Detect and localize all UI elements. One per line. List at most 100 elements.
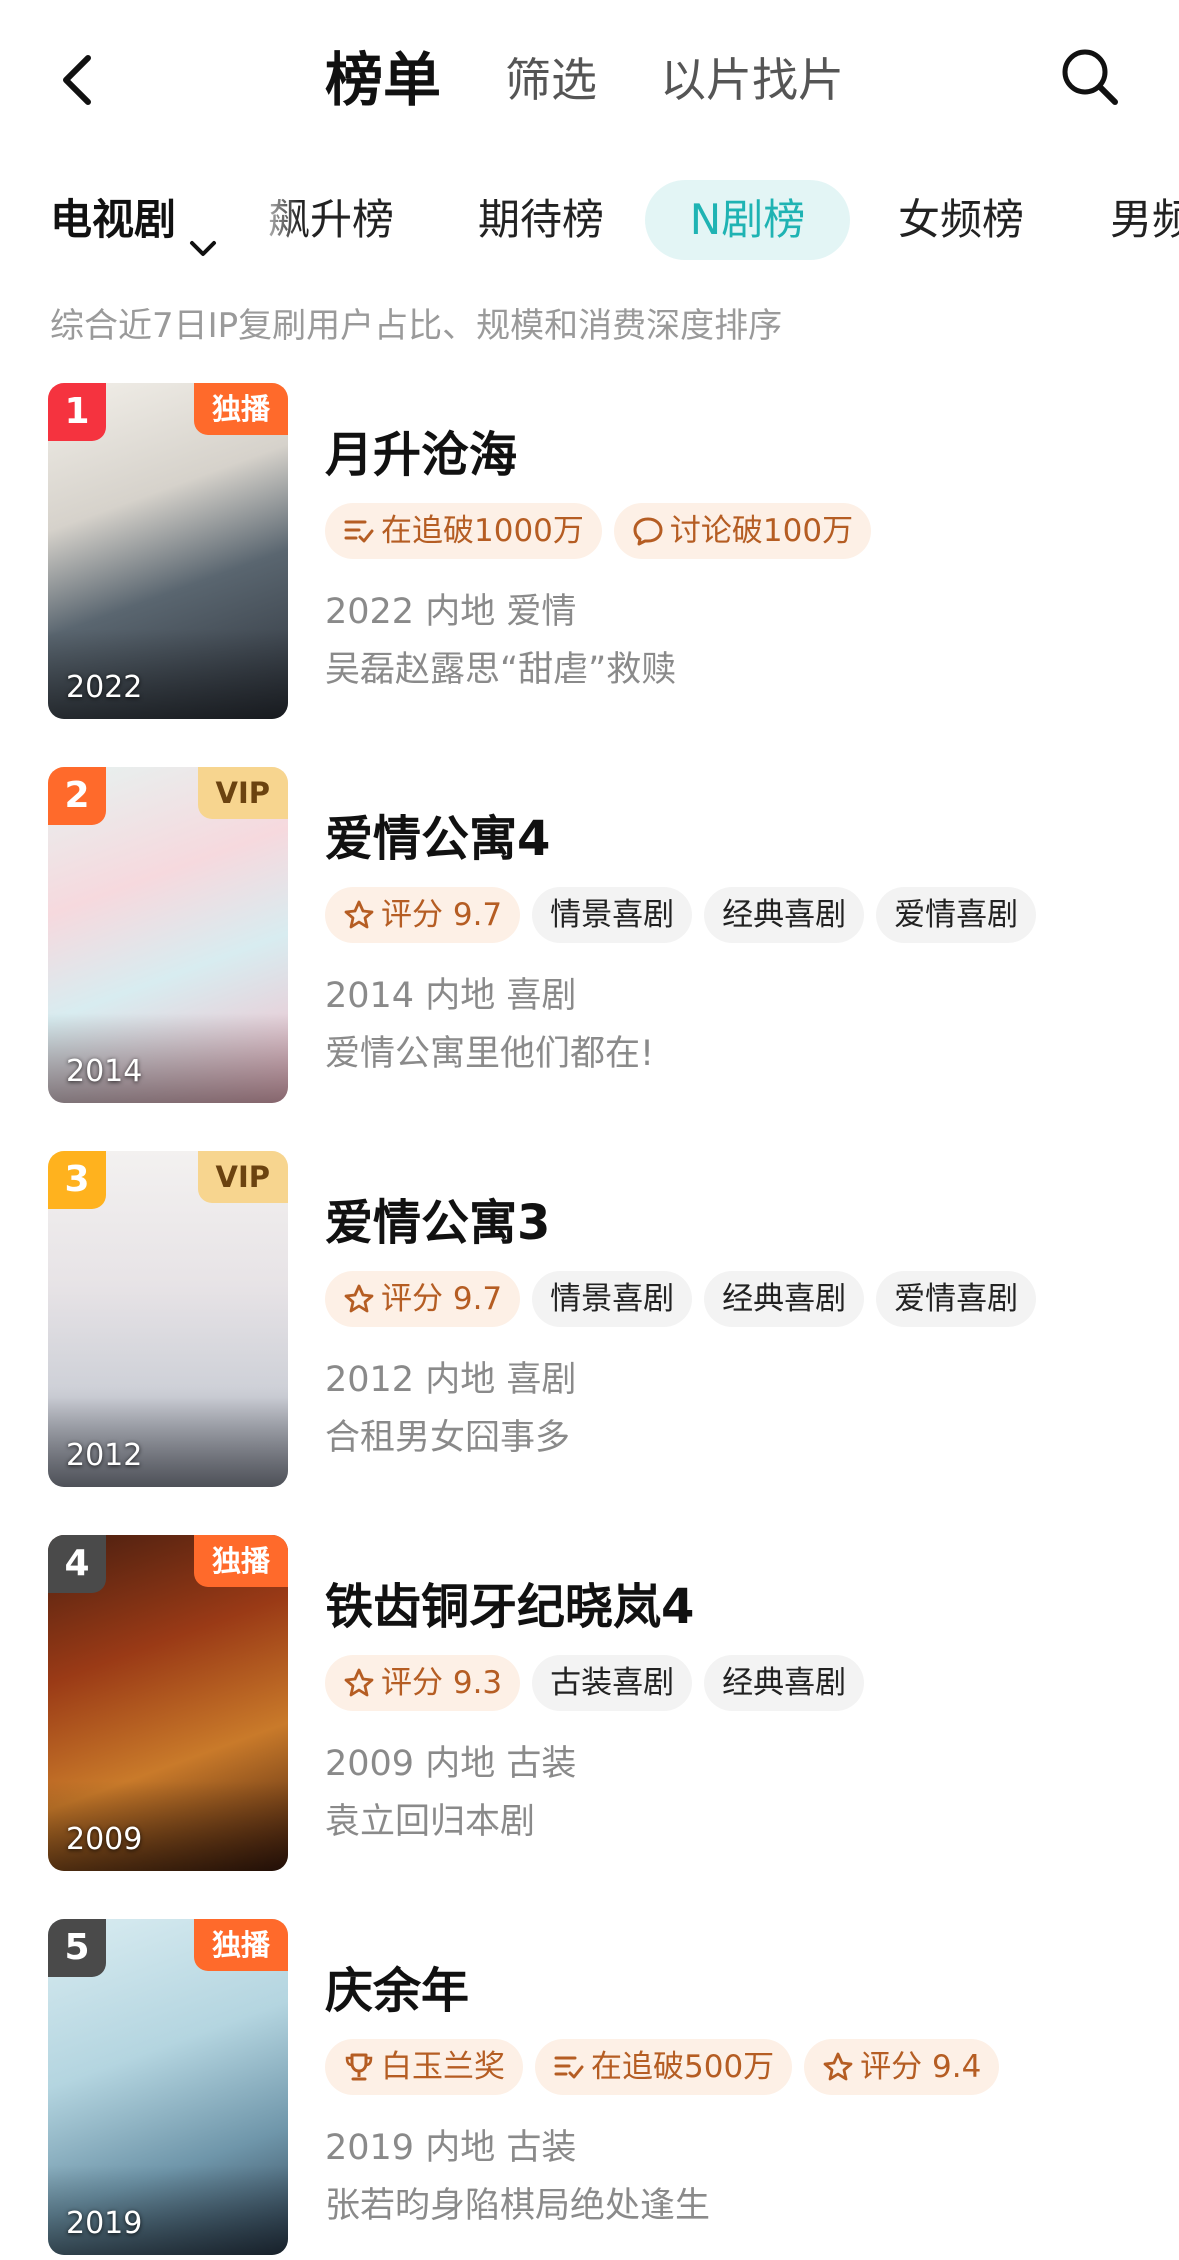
- show-description: 合租男女囧事多: [325, 1418, 571, 1458]
- tag-label: 爱情喜剧: [894, 1281, 1019, 1317]
- back-icon[interactable]: [50, 50, 110, 110]
- star-icon: [343, 1277, 375, 1313]
- tag: 古装喜剧: [532, 1655, 693, 1711]
- tab-rewatch[interactable]: N剧榜: [645, 180, 850, 260]
- tag-label: 评分 9.3: [381, 1665, 503, 1701]
- poster-year: 2019: [66, 2206, 143, 2241]
- show-description: 吴磊赵露思“甜虐”救赎: [325, 650, 677, 690]
- ranking-description: 综合近7日IP复刷用户占比、规模和消费深度排序: [50, 306, 783, 346]
- poster-image[interactable]: 5 独播 2019: [48, 1919, 288, 2255]
- tag: 爱情喜剧: [876, 887, 1037, 943]
- tag: 经典喜剧: [704, 1655, 865, 1711]
- poster-year: 2022: [66, 670, 143, 705]
- access-badge: VIP: [197, 1151, 288, 1203]
- star-icon: [343, 893, 375, 929]
- poster-image[interactable]: 2 VIP 2014: [48, 767, 288, 1103]
- tab-female-audience[interactable]: 女频榜: [898, 180, 1024, 260]
- tab-ranking[interactable]: 榜单: [325, 40, 441, 120]
- show-title[interactable]: 铁齿铜牙纪晓岚4: [325, 1567, 694, 1637]
- tag-row: 评分 9.7 情景喜剧 经典喜剧 爱情喜剧: [325, 887, 1048, 943]
- poster-image[interactable]: 4 独播 2009: [48, 1535, 288, 1871]
- tab-anticipated[interactable]: 期待榜: [478, 180, 604, 260]
- tag-label: 经典喜剧: [722, 1281, 847, 1317]
- top-bar: 榜单 筛选 以片找片: [0, 0, 1179, 160]
- search-icon[interactable]: [1055, 42, 1125, 112]
- show-description: 爱情公寓里他们都在!: [325, 1034, 655, 1074]
- follow-list-icon: [343, 509, 375, 543]
- rank-badge: 5: [48, 1919, 106, 1977]
- tag: 情景喜剧: [532, 1271, 693, 1327]
- tag: 评分 9.3: [325, 1655, 521, 1711]
- comment-icon: [632, 509, 664, 546]
- star-icon: [343, 1661, 375, 1697]
- rank-badge: 4: [48, 1535, 106, 1593]
- tag-row: 在追破1000万 讨论破100万: [325, 503, 883, 559]
- tag-label: 在追破500万: [591, 2049, 775, 2085]
- tag: 白玉兰奖: [325, 2039, 523, 2095]
- tag-row: 评分 9.3 古装喜剧 经典喜剧: [325, 1655, 876, 1711]
- follow-list-icon: [553, 2045, 585, 2079]
- tag: 评分 9.7: [325, 887, 521, 943]
- tag-row: 评分 9.7 情景喜剧 经典喜剧 爱情喜剧: [325, 1271, 1048, 1327]
- poster-image[interactable]: 3 VIP 2012: [48, 1151, 288, 1487]
- poster-image[interactable]: 1 独播 2022: [48, 383, 288, 719]
- list-item[interactable]: 4 独播 2009 铁齿铜牙纪晓岚4 评分 9.3 古装喜剧 经典喜剧 2009 内…: [0, 1535, 1179, 1875]
- category-dropdown[interactable]: 电视剧: [50, 175, 220, 265]
- tag-label: 评分 9.7: [381, 1281, 503, 1317]
- scroll-fade: [250, 175, 300, 265]
- show-meta: 2009 内地 古装: [325, 1744, 577, 1784]
- tag: 爱情喜剧: [876, 1271, 1037, 1327]
- access-badge: VIP: [197, 767, 288, 819]
- access-badge: 独播: [193, 383, 288, 435]
- rank-badge: 2: [48, 767, 106, 825]
- show-meta: 2012 内地 喜剧: [325, 1360, 577, 1400]
- access-badge: 独播: [193, 1919, 288, 1971]
- rank-badge: 3: [48, 1151, 106, 1209]
- tag: 评分 9.4: [804, 2039, 1000, 2095]
- tag-label: 爱情喜剧: [894, 897, 1019, 933]
- tag: 在追破1000万: [325, 503, 602, 559]
- tag-label: 评分 9.7: [381, 897, 503, 933]
- tag: 经典喜剧: [704, 1271, 865, 1327]
- tag-label: 情景喜剧: [550, 1281, 675, 1317]
- tag: 情景喜剧: [532, 887, 693, 943]
- poster-year: 2014: [66, 1054, 143, 1089]
- tag-label: 评分 9.4: [860, 2049, 982, 2085]
- show-title[interactable]: 月升沧海: [325, 415, 517, 485]
- category-tabs: 电视剧 飙升榜 期待榜 N剧榜 女频榜 男频: [0, 175, 1179, 265]
- tag-label: 白玉兰奖: [381, 2049, 505, 2085]
- show-description: 袁立回归本剧: [325, 1802, 536, 1842]
- tag-label: 情景喜剧: [550, 897, 675, 933]
- tab-male-audience[interactable]: 男频: [1110, 180, 1179, 260]
- show-description: 张若昀身陷棋局绝处逢生: [325, 2186, 711, 2226]
- star-icon: [822, 2045, 854, 2081]
- show-meta: 2014 内地 喜剧: [325, 976, 577, 1016]
- chevron-down-icon: [186, 206, 220, 256]
- tag: 在追破500万: [535, 2039, 793, 2095]
- list-item[interactable]: 1 独播 2022 月升沧海 在追破1000万 讨论破100万 2022 内地 爱…: [0, 383, 1179, 723]
- category-dropdown-label: 电视剧: [50, 195, 177, 244]
- tag-label: 讨论破100万: [669, 513, 854, 549]
- rank-badge: 1: [48, 383, 106, 441]
- show-title[interactable]: 爱情公寓3: [325, 1183, 550, 1253]
- tag: 讨论破100万: [613, 503, 872, 559]
- tag-label: 经典喜剧: [722, 1665, 847, 1701]
- show-title[interactable]: 爱情公寓4: [325, 799, 550, 869]
- tag-label: 经典喜剧: [722, 897, 847, 933]
- poster-year: 2012: [66, 1438, 143, 1473]
- tag-label: 在追破1000万: [381, 513, 584, 549]
- show-title[interactable]: 庆余年: [325, 1951, 469, 2021]
- list-item[interactable]: 5 独播 2019 庆余年 白玉兰奖 在追破500万 评分 9.4 2019 内地 …: [0, 1919, 1179, 2259]
- poster-year: 2009: [66, 1822, 143, 1857]
- tab-filter[interactable]: 筛选: [505, 40, 597, 120]
- tag: 经典喜剧: [704, 887, 865, 943]
- tab-find-by-film[interactable]: 以片找片: [660, 40, 844, 120]
- access-badge: 独播: [193, 1535, 288, 1587]
- show-meta: 2019 内地 古装: [325, 2128, 577, 2168]
- list-item[interactable]: 2 VIP 2014 爱情公寓4 评分 9.7 情景喜剧 经典喜剧 爱情喜剧 2014…: [0, 767, 1179, 1107]
- tag-row: 白玉兰奖 在追破500万 评分 9.4: [325, 2039, 1011, 2095]
- show-meta: 2022 内地 爱情: [325, 592, 577, 632]
- trophy-icon: [343, 2045, 375, 2081]
- tag: 评分 9.7: [325, 1271, 521, 1327]
- list-item[interactable]: 3 VIP 2012 爱情公寓3 评分 9.7 情景喜剧 经典喜剧 爱情喜剧 2012…: [0, 1151, 1179, 1491]
